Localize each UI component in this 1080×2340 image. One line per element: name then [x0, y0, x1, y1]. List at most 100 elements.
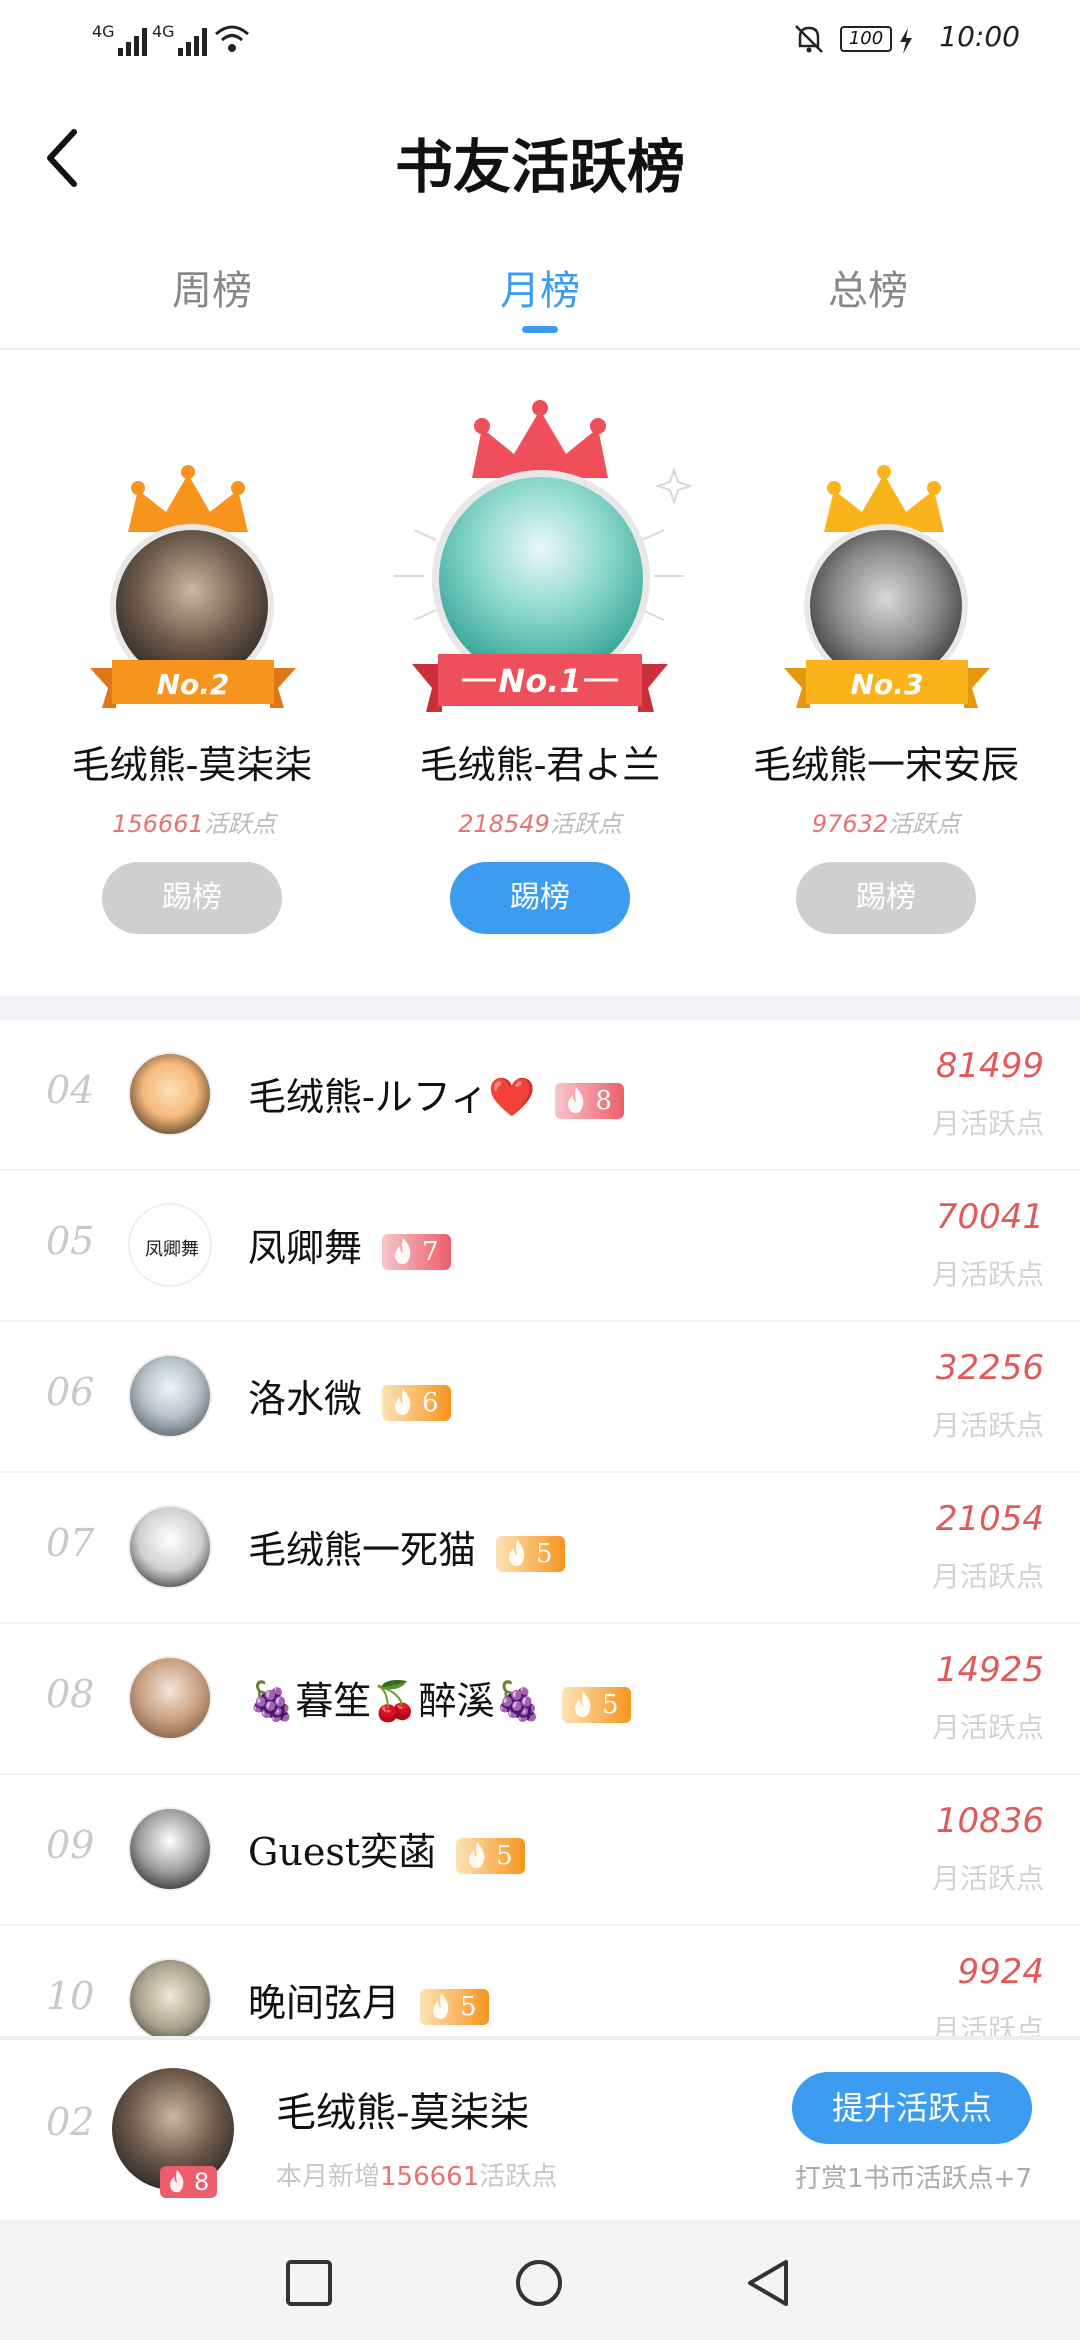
rank-number: 06	[46, 1370, 95, 1414]
sub-points: 156661	[380, 2162, 480, 2192]
rank-number: 09	[46, 1823, 95, 1867]
level-value: 8	[194, 2168, 210, 2196]
section-divider	[0, 996, 1080, 1020]
points-suffix: 活跃点	[888, 810, 961, 838]
list-item[interactable]: 08 🍇暮笙🍒醉溪🍇 5 14925 月活跃点	[0, 1624, 1080, 1775]
points-label: 月活跃点	[931, 2013, 1044, 2036]
tab-weekly[interactable]: 周榜	[112, 258, 312, 316]
rank-number: 10	[46, 1974, 95, 2018]
user-name: 毛绒熊-ルフィ❤️ 8	[248, 1066, 624, 1121]
level-badge: 8	[160, 2166, 218, 2198]
points-value: 156661	[112, 810, 204, 838]
user-name: 🍇暮笙🍒醉溪🍇 5	[248, 1670, 631, 1725]
podium-name: 毛绒熊-君よ兰	[419, 743, 661, 787]
battery-icon: 100	[840, 26, 892, 52]
points-value: 218549	[458, 810, 550, 838]
tab-monthly[interactable]: 月榜	[440, 258, 640, 316]
level-value: 8	[595, 1085, 612, 1116]
user-name-text: 毛绒熊一死猫	[248, 1528, 477, 1572]
svg-text:凤卿舞: 凤卿舞	[145, 1239, 199, 1260]
user-name: 凤卿舞 7	[248, 1217, 451, 1272]
rank-ribbon: No.1	[412, 654, 668, 712]
user-name-text: 凤卿舞	[248, 1226, 363, 1270]
points-label: 月活跃点	[931, 1560, 1044, 1593]
sub-suffix: 活跃点	[479, 2162, 558, 2192]
flame-icon	[433, 1992, 449, 2019]
user-name-text: 晚间弦月	[248, 1981, 401, 2025]
kick-button[interactable]: 踢榜	[102, 862, 282, 934]
page-title: 书友活跃榜	[394, 133, 685, 201]
signal-icon	[178, 24, 207, 56]
tab-total[interactable]: 总榜	[768, 258, 968, 316]
reward-tip: 打赏1书币活跃点+7	[795, 2164, 1032, 2194]
rank-ribbon: No.2	[90, 660, 296, 708]
level-value: 6	[422, 1387, 439, 1418]
mute-bell-icon	[795, 25, 823, 53]
level-badge: 7	[382, 1233, 451, 1270]
points-value: 14925	[935, 1650, 1044, 1690]
level-badge: 5	[456, 1837, 525, 1874]
podium-points: 218549活跃点	[390, 804, 690, 839]
avatar[interactable]	[128, 1052, 212, 1136]
wifi-icon	[215, 25, 249, 52]
kick-button[interactable]: 踢榜	[796, 862, 976, 934]
points-value: 70041	[935, 1197, 1044, 1237]
clock: 10:00	[939, 20, 1020, 53]
recent-apps-icon[interactable]	[284, 2258, 334, 2308]
user-name-text: 毛绒熊-ルフィ❤️	[248, 1075, 536, 1119]
user-name: 毛绒熊一死猫 5	[248, 1519, 565, 1574]
avatar[interactable]	[128, 1807, 212, 1891]
list-item[interactable]: 04 毛绒熊-ルフィ❤️ 8 81499 月活跃点	[0, 1020, 1080, 1171]
level-badge: 5	[420, 1988, 489, 2025]
kick-button[interactable]: 踢榜	[450, 862, 630, 934]
level-badge: 8	[555, 1082, 624, 1119]
ranking-list: 04 毛绒熊-ルフィ❤️ 8 81499 月活跃点 05 凤卿舞 凤卿舞 7 700…	[0, 1020, 1080, 2036]
user-name-text: Guest奕菡	[248, 1830, 437, 1874]
avatar[interactable]: 凤卿舞	[128, 1203, 212, 1287]
points-value: 81499	[935, 1046, 1044, 1086]
list-item[interactable]: 10 晚间弦月 5 9924 月活跃点	[0, 1926, 1080, 2036]
podium-points: 156661活跃点	[44, 804, 344, 839]
list-item[interactable]: 06 洛水微 6 32256 月活跃点	[0, 1322, 1080, 1473]
points-label: 月活跃点	[931, 1409, 1044, 1442]
points-label: 月活跃点	[931, 1258, 1044, 1291]
signal-label-2: 4G	[152, 22, 175, 41]
sub-prefix: 本月新增	[276, 2162, 381, 2192]
level-value: 5	[460, 1991, 477, 2022]
avatar[interactable]	[128, 1656, 212, 1740]
points-value: 10836	[935, 1801, 1044, 1841]
level-value: 5	[601, 1689, 619, 1720]
signal-label-1: 4G	[92, 22, 115, 41]
status-bar: 4G 4G 100 10:00	[0, 0, 1080, 80]
back-icon[interactable]	[744, 2258, 794, 2308]
signal-icon	[118, 24, 147, 56]
flame-icon	[509, 1539, 525, 1566]
points-suffix: 活跃点	[203, 810, 276, 838]
level-value: 5	[496, 1840, 513, 1871]
rank-number: 04	[46, 1068, 95, 1112]
my-rank-bar: 02 8 毛绒熊-莫柒柒 本月新增156661活跃点 提升活跃点 打赏1书币活跃…	[0, 2036, 1080, 2220]
podium-name: 毛绒熊-莫柒柒	[71, 743, 313, 787]
rank-number: 07	[46, 1521, 95, 1565]
avatar[interactable]	[128, 1354, 212, 1438]
level-value: 5	[536, 1538, 553, 1569]
list-item[interactable]: 07 毛绒熊一死猫 5 21054 月活跃点	[0, 1473, 1080, 1624]
points-suffix: 活跃点	[549, 810, 622, 838]
list-item[interactable]: 09 Guest奕菡 5 10836 月活跃点	[0, 1775, 1080, 1926]
home-icon[interactable]	[514, 2258, 564, 2308]
user-name-text: 🍇暮笙🍒醉溪🍇	[248, 1679, 542, 1723]
points-value: 21054	[935, 1499, 1044, 1539]
user-name-text: 洛水微	[248, 1377, 363, 1421]
flame-icon	[395, 1388, 411, 1415]
flame-icon	[469, 1841, 485, 1868]
boost-activity-button[interactable]: 提升活跃点	[792, 2072, 1032, 2144]
list-item[interactable]: 05 凤卿舞 凤卿舞 7 70041 月活跃点	[0, 1171, 1080, 1322]
points-value: 32256	[935, 1348, 1044, 1388]
avatar[interactable]	[128, 1505, 212, 1589]
level-value: 7	[422, 1236, 439, 1267]
podium-name: 毛绒熊一宋安辰	[752, 743, 1019, 787]
avatar[interactable]	[128, 1958, 212, 2036]
rank-number: 08	[46, 1672, 95, 1716]
rank-label: No.2	[157, 668, 230, 701]
user-name: 晚间弦月 5	[248, 1972, 489, 2027]
